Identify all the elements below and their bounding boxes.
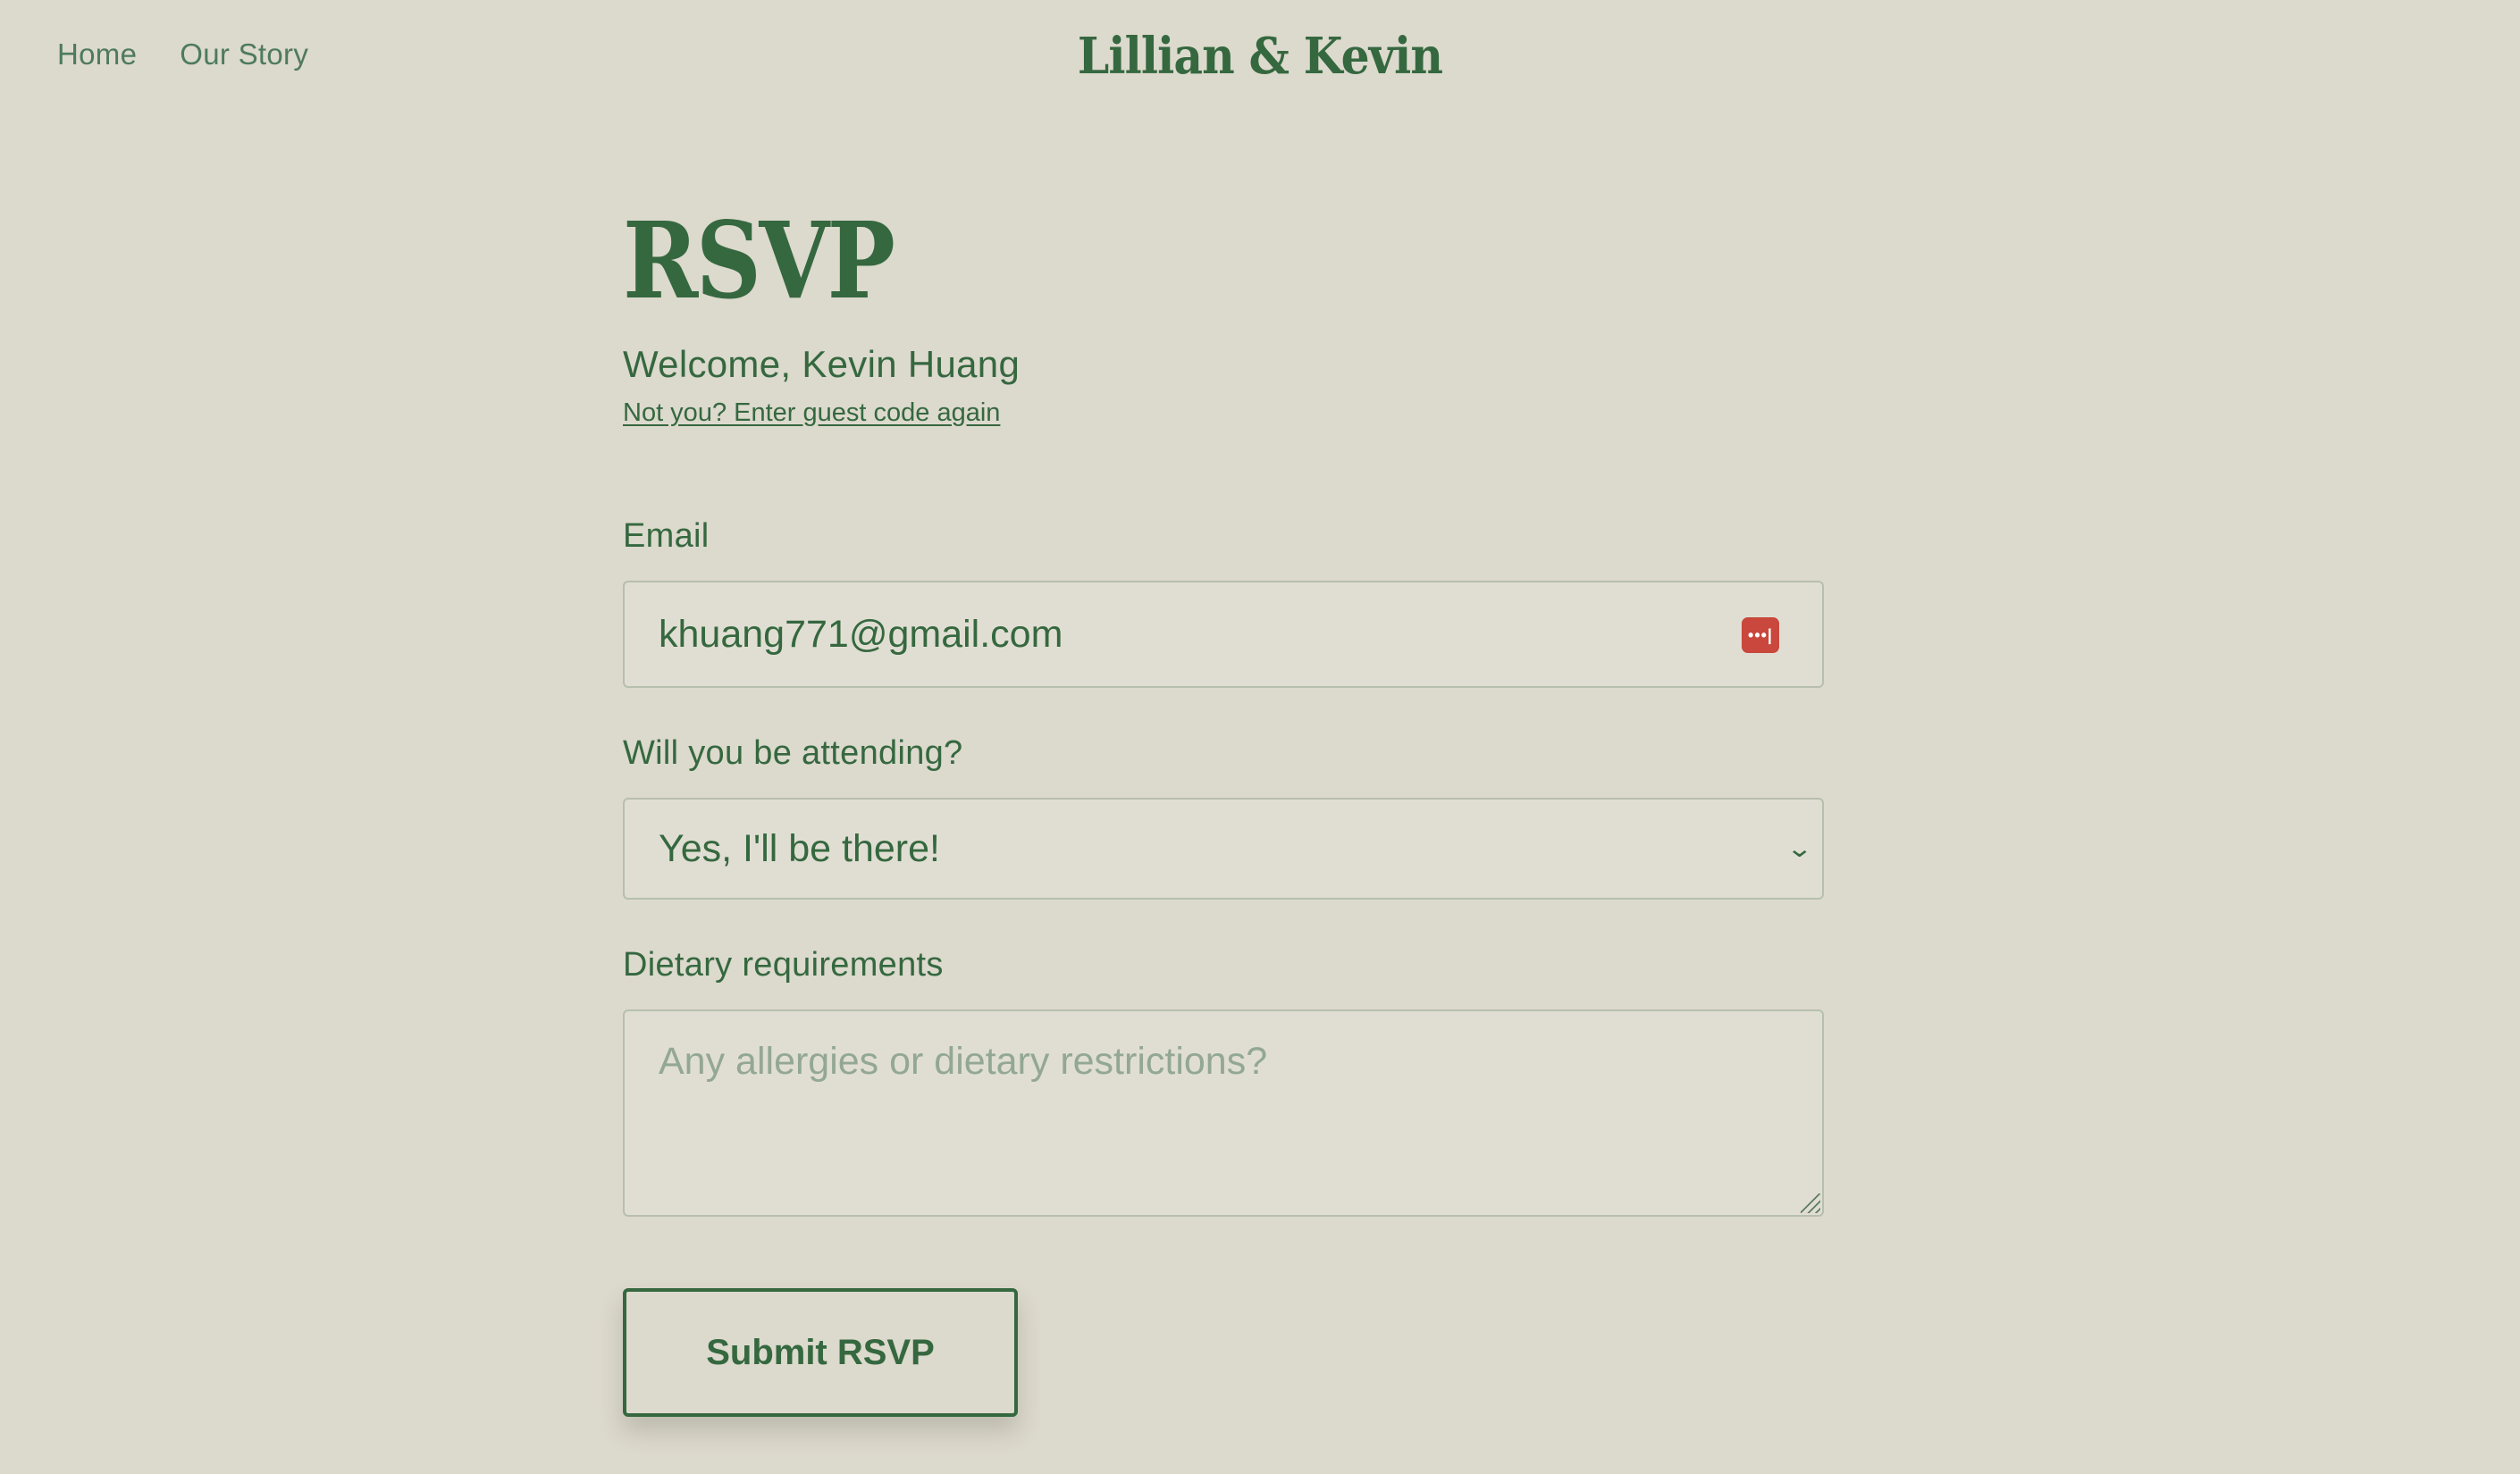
email-label: Email	[623, 517, 710, 555]
email-value: khuang771@gmail.com	[659, 613, 1063, 656]
reenter-guest-code-link[interactable]: Not you? Enter guest code again	[623, 398, 1000, 428]
dietary-textarea[interactable]: Any allergies or dietary restrictions?	[623, 1009, 1824, 1217]
resize-handle-icon[interactable]	[1801, 1193, 1820, 1213]
attending-label: Will you be attending?	[623, 734, 963, 772]
attending-selected-value: Yes, I'll be there!	[659, 827, 940, 870]
submit-rsvp-button[interactable]: Submit RSVP	[623, 1288, 1018, 1417]
chevron-down-icon: ⌄	[1785, 834, 1813, 862]
dietary-label: Dietary requirements	[623, 946, 944, 984]
page-title: RSVP	[623, 198, 895, 322]
welcome-message: Welcome, Kevin Huang	[623, 343, 1021, 385]
dietary-placeholder: Any allergies or dietary restrictions?	[659, 1040, 1268, 1083]
rsvp-form-section: RSVP Welcome, Kevin Huang Not you? Enter…	[623, 198, 1824, 1417]
attending-select[interactable]: Yes, I'll be there! ⌄	[623, 798, 1824, 900]
password-manager-icon[interactable]: •••|	[1742, 617, 1779, 653]
nav-home-link[interactable]: Home	[57, 38, 137, 71]
email-field[interactable]: khuang771@gmail.com •••|	[623, 581, 1824, 688]
site-brand[interactable]: Lillian & Kevin	[126, 27, 2394, 86]
